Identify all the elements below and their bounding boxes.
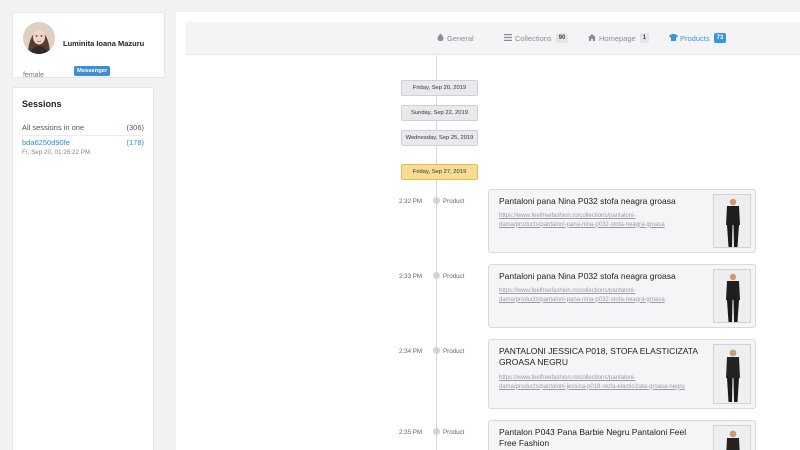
tab-collections-count: 90	[555, 33, 569, 43]
main-panel: General Collections 90 Homepage 1 Produc…	[176, 12, 800, 450]
tabs-bar: General Collections 90 Homepage 1 Produc…	[186, 22, 800, 55]
session-item-time: Fr, Sep 20, 01:26:22 PM	[22, 149, 91, 156]
event-type: Product	[443, 273, 465, 280]
event-type: Product	[443, 348, 465, 355]
tab-products-label: Products	[680, 33, 710, 43]
shirt-icon	[669, 33, 678, 43]
tab-products-count: 73	[713, 33, 727, 43]
tab-collections-label: Collections	[515, 33, 552, 43]
date-badge[interactable]: Sunday, Sep 22, 2019	[401, 105, 478, 121]
home-icon	[588, 33, 596, 43]
timeline-dot	[433, 272, 440, 279]
tab-products[interactable]: Products 73	[669, 33, 727, 43]
date-badge[interactable]: Friday, Sep 20, 2019	[401, 80, 478, 96]
product-title: Pantalon P043 Pana Barbie Negru Pantalon…	[499, 427, 687, 448]
all-sessions-link[interactable]: All sessions in one	[22, 123, 84, 132]
list-icon	[504, 33, 512, 43]
user-gender: female	[23, 72, 45, 79]
event-time: 2:33 PM	[399, 273, 423, 280]
timeline-dot	[433, 347, 440, 354]
event-time: 2:35 PM	[399, 429, 423, 436]
timeline-dot	[433, 428, 440, 435]
event-type: Product	[443, 198, 465, 205]
product-title: Pantaloni pana Nina P032 stofa neagra gr…	[499, 271, 676, 281]
product-image	[713, 269, 751, 323]
date-badge[interactable]: Wednesday, Sep 25, 2019	[401, 130, 478, 146]
product-title: Pantaloni pana Nina P032 stofa neagra gr…	[499, 196, 676, 206]
date-badge-active[interactable]: Friday, Sep 27, 2019	[401, 164, 478, 180]
sessions-panel: Sessions All sessions in one (306) bda62…	[12, 87, 154, 450]
product-card[interactable]: Pantaloni pana Nina P032 stofa neagra gr…	[488, 264, 756, 328]
tab-homepage-count: 1	[639, 33, 650, 43]
user-name: Luminita Ioana Mazuru	[63, 39, 145, 48]
product-card[interactable]: Pantalon P043 Pana Barbie Negru Pantalon…	[488, 420, 756, 450]
tab-general[interactable]: General	[436, 33, 474, 43]
profile-card: Luminita Ioana Mazuru Messenger female	[12, 12, 165, 79]
product-link[interactable]: https://www.feelfreefashion.ro/collectio…	[499, 374, 699, 391]
sessions-divider	[22, 135, 144, 136]
product-image	[713, 344, 751, 404]
timeline-dot	[433, 197, 440, 204]
all-sessions-count: (306)	[126, 123, 144, 132]
session-item-count: (178)	[126, 138, 144, 147]
product-link[interactable]: https://www.feelfreefashion.ro/collectio…	[499, 287, 699, 304]
session-item-link[interactable]: bda6250d90fe	[22, 138, 70, 147]
product-image	[713, 425, 751, 450]
tab-homepage[interactable]: Homepage 1	[588, 33, 650, 43]
tab-general-label: General	[447, 33, 474, 43]
sessions-title: Sessions	[22, 99, 62, 109]
tab-collections[interactable]: Collections 90	[504, 33, 569, 43]
person-avatar-icon	[23, 22, 55, 54]
product-title: PANTALONI JESSICA P018, STOFA ELASTICIZA…	[499, 346, 698, 367]
tab-homepage-label: Homepage	[599, 33, 636, 43]
product-card[interactable]: PANTALONI JESSICA P018, STOFA ELASTICIZA…	[488, 339, 756, 409]
event-time: 2:32 PM	[399, 198, 423, 205]
product-image	[713, 194, 751, 248]
platform-badge: Messenger	[74, 66, 111, 76]
event-time: 2:34 PM	[399, 348, 423, 355]
product-link[interactable]: https://www.feelfreefashion.ro/collectio…	[499, 212, 699, 229]
event-type: Product	[443, 429, 465, 436]
droplet-icon	[436, 33, 444, 43]
product-card[interactable]: Pantaloni pana Nina P032 stofa neagra gr…	[488, 189, 756, 253]
